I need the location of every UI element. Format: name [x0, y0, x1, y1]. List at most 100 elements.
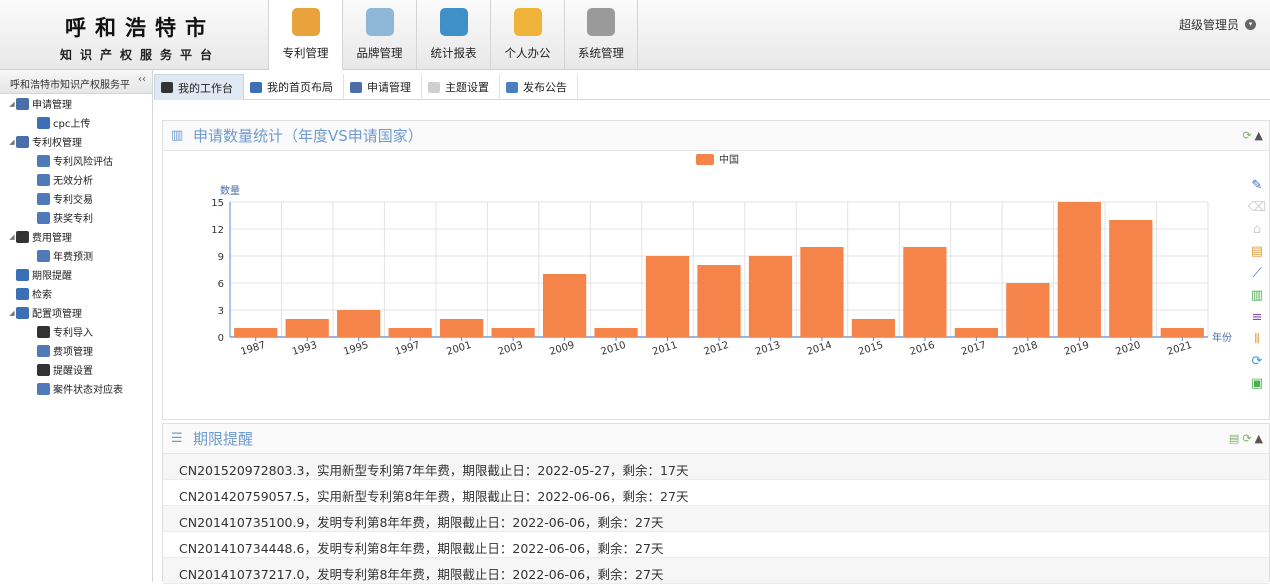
list-icon: ☰ [171, 431, 183, 446]
sidebar-item[interactable]: ◢ 专利权管理 [0, 132, 152, 151]
stats-panel-tools: ⟳ ▲ [1242, 129, 1263, 142]
notice-icon [506, 81, 518, 93]
expand-toggle-icon[interactable]: ◢ [8, 309, 16, 317]
sidebar-item[interactable]: 费项管理 [0, 341, 152, 360]
y-tick-label: 12 [211, 225, 224, 236]
sidebar-item[interactable]: 年费预测 [0, 246, 152, 265]
sidebar-item[interactable]: 案件状态对应表 [0, 379, 152, 398]
tab[interactable]: 发布公告 [500, 74, 578, 100]
topnav-item[interactable]: 系统管理 [564, 0, 638, 70]
expand-toggle-icon[interactable]: ◢ [8, 100, 16, 108]
x-tick-label: 1995 [342, 340, 370, 358]
topnav-label: 个人办公 [504, 46, 551, 60]
upload-arrow-icon [37, 116, 50, 129]
stats-panel: ▥ 申请数量统计（年度VS申请国家） ⟳ ▲ 0 3 6 9 12 15 1987 1993 1… [162, 120, 1270, 420]
y-tick-label: 0 [218, 333, 224, 344]
home-icon[interactable]: ⌂ [1247, 222, 1267, 244]
tab[interactable]: 我的首页布局 [244, 74, 344, 100]
sidebar-item[interactable]: 提醒设置 [0, 360, 152, 379]
refresh-icon[interactable]: ⟳ [1242, 432, 1251, 445]
sidebar-item[interactable]: 专利交易 [0, 189, 152, 208]
sidebar-item[interactable]: 专利风险评估 [0, 151, 152, 170]
tab-label: 发布公告 [523, 81, 567, 94]
table-icon[interactable]: ▤ [1229, 432, 1239, 445]
sidebar-item[interactable]: 无效分析 [0, 170, 152, 189]
bar [594, 328, 638, 337]
tab-label: 申请管理 [367, 81, 411, 94]
x-tick-label: 2020 [1114, 340, 1142, 358]
y-tick-label: 3 [218, 306, 224, 317]
restore-icon[interactable]: ⟳ [1247, 354, 1267, 376]
eraser-icon[interactable]: ⌫ [1247, 200, 1267, 222]
bar-chart-icon[interactable]: ▥ [1247, 288, 1267, 310]
sidebar-item[interactable]: cpc上传 [0, 113, 152, 132]
deadline-row[interactable]: CN201420759057.5，实用新型专利第8年年费，期限截止日：2022-… [163, 480, 1269, 506]
sidebar-header: 呼和浩特市知识产权服务平 ‹‹ [0, 70, 152, 94]
deadline-panel-tools: ▤ ⟳ ▲ [1229, 432, 1263, 445]
deadline-panel-title: 期限提醒 [193, 430, 254, 448]
x-tick-label: 1987 [239, 340, 267, 358]
stats-globe-icon [439, 8, 468, 36]
deadline-row[interactable]: CN201410735100.9，发明专利第8年年费，期限截止日：2022-06… [163, 506, 1269, 532]
brand-title: 呼和浩特市 [65, 15, 215, 40]
user-name: 超级管理员 [1178, 18, 1239, 32]
expand-toggle-icon[interactable]: ◢ [8, 138, 16, 146]
expand-toggle-icon[interactable]: ◢ [8, 233, 16, 241]
sidebar-item[interactable]: ◢ 申请管理 [0, 94, 152, 113]
sidebar-item[interactable]: 期限提醒 [0, 265, 152, 284]
topnav-item[interactable]: 品牌管理 [342, 0, 416, 70]
user-menu[interactable]: 超级管理员 ▾ [1179, 16, 1256, 33]
bar [851, 319, 896, 337]
deadline-panel: ☰ 期限提醒 ▤ ⟳ ▲ CN201520972803.3，实用新型专利第7年年… [162, 423, 1270, 584]
apply-folder-icon [16, 97, 29, 110]
collapse-sidebar-icon[interactable]: ‹‹ [138, 74, 146, 85]
stack-icon[interactable]: ≡ [1247, 310, 1267, 332]
deadline-row[interactable]: CN201410737217.0，发明专利第8年年费，期限截止日：2022-06… [163, 558, 1269, 584]
tab[interactable]: 我的工作台 [154, 74, 244, 100]
yen-icon [16, 230, 29, 243]
pen-icon[interactable]: ✎ [1247, 178, 1267, 200]
refresh-icon[interactable]: ⟳ [1242, 129, 1251, 142]
tab[interactable]: 主题设置 [422, 74, 500, 100]
sidebar-item-label: cpc上传 [53, 119, 91, 130]
deadline-row[interactable]: CN201410734448.6，发明专利第8年年费，期限截止日：2022-06… [163, 532, 1269, 558]
sidebar-item-label: 专利权管理 [32, 138, 82, 149]
collapse-up-icon[interactable]: ▲ [1255, 432, 1263, 445]
topnav-item[interactable]: 统计报表 [416, 0, 490, 70]
tiled-icon[interactable]: ⦀ [1247, 332, 1267, 354]
fee-item-icon [37, 344, 50, 357]
tab-label: 我的工作台 [178, 81, 233, 95]
topnav-item[interactable]: 个人办公 [490, 0, 564, 70]
sidebar-item[interactable]: 专利导入 [0, 322, 152, 341]
sidebar-item-label: 案件状态对应表 [53, 385, 123, 396]
line-chart-icon[interactable]: ⟋ [1247, 266, 1267, 288]
save-image-icon[interactable]: ▣ [1247, 376, 1267, 398]
x-tick-label: 2018 [1012, 340, 1040, 358]
sidebar-item-label: 费项管理 [53, 347, 93, 358]
chevron-down-icon[interactable]: ▾ [1245, 19, 1256, 30]
top-header: 呼和浩特市 知识产权服务平台 专利管理 品牌管理 统计报表 个人办公 系统管理 超级管理… [0, 0, 1270, 70]
x-tick-label: 2021 [1166, 340, 1194, 358]
sidebar-item[interactable]: ◢ 费用管理 [0, 227, 152, 246]
sidebar-item[interactable]: ◢ 配置项管理 [0, 303, 152, 322]
chart-toolbox: ✎ ⌫ ⌂ ▤ ⟋ ▥ ≡ ⦀ ⟳ ▣ [1247, 178, 1267, 398]
monitor-icon [161, 82, 173, 93]
tools-icon [587, 8, 615, 36]
y-tick-label: 6 [218, 279, 224, 290]
x-tick-label: 1993 [291, 340, 319, 358]
x-tick-label: 2001 [445, 340, 473, 358]
patent-right-icon [16, 135, 29, 148]
collapse-up-icon[interactable]: ▲ [1255, 129, 1263, 142]
sidebar-item-label: 专利导入 [53, 328, 93, 339]
deadline-row[interactable]: CN201520972803.3，实用新型专利第7年年费，期限截止日：2022-… [163, 454, 1269, 480]
status-table-icon [37, 382, 50, 395]
tab[interactable]: 申请管理 [344, 74, 422, 100]
x-tick-label: 2019 [1063, 340, 1091, 358]
clock-icon [37, 363, 50, 376]
bar [1057, 202, 1101, 337]
topnav-item[interactable]: 专利管理 [268, 0, 342, 70]
sidebar-item[interactable]: 获奖专利 [0, 208, 152, 227]
sidebar-item[interactable]: 检索 [0, 284, 152, 303]
data-view-icon[interactable]: ▤ [1247, 244, 1267, 266]
bar [440, 319, 484, 337]
